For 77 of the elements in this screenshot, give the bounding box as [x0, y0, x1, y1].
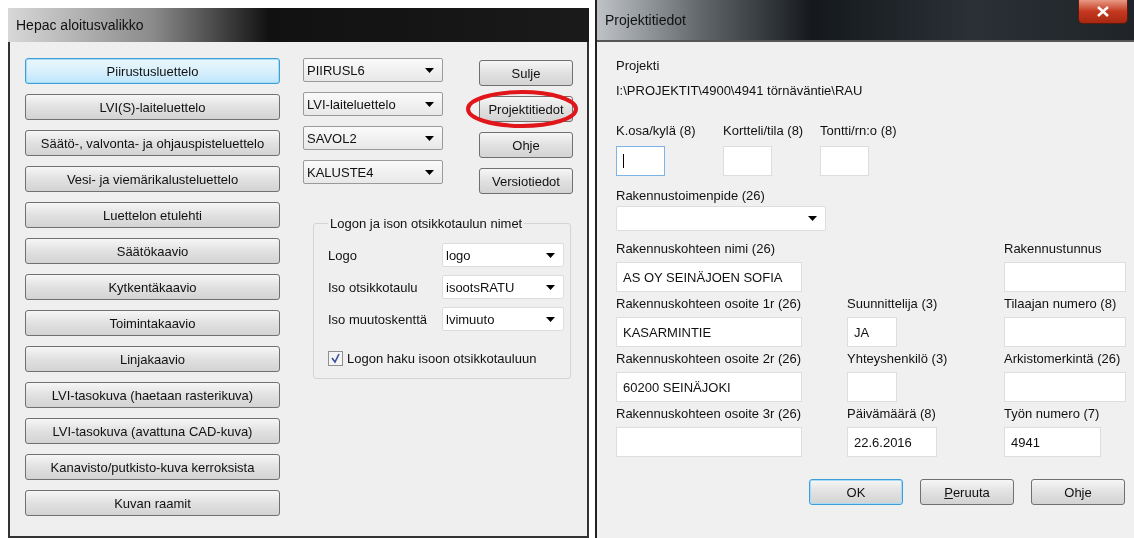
- dropdown[interactable]: KALUSTE4: [303, 160, 443, 184]
- field-label: Rakennuskohteen nimi (26): [616, 241, 776, 256]
- input-field[interactable]: 4941: [1004, 427, 1101, 457]
- menu-button[interactable]: Toimintakaavio: [25, 310, 280, 336]
- field-label: Iso otsikkotaulu: [328, 279, 418, 295]
- input-field[interactable]: [616, 146, 665, 176]
- menu-button[interactable]: Linjakaavio: [25, 346, 280, 372]
- field-label: Suunnittelija (3): [847, 296, 939, 311]
- action-button[interactable]: Versiotiedot: [479, 168, 573, 194]
- input-field[interactable]: [847, 372, 897, 402]
- menu-button[interactable]: LVI-tasokuva (avattuna CAD-kuva): [25, 418, 280, 444]
- menu-button[interactable]: Kuvan raamit: [25, 490, 280, 516]
- input-field[interactable]: 22.6.2016: [847, 427, 937, 457]
- field-label: Rakennustoimenpide (26): [616, 188, 766, 203]
- dropdown-arrow-icon: [425, 135, 434, 141]
- field-label: Arkistomerkintä (26): [1004, 351, 1122, 366]
- field-label: K.osa/kylä (8): [616, 123, 697, 138]
- action-button[interactable]: Ohje: [479, 132, 573, 158]
- dialog-button[interactable]: Peruuta: [920, 479, 1014, 505]
- dropdown-arrow-icon: [546, 252, 555, 258]
- menu-button[interactable]: Vesi- ja viemärikalusteluettelo: [25, 166, 280, 192]
- dropdown[interactable]: logo: [442, 243, 564, 267]
- dropdown[interactable]: PIIRUSL6: [303, 58, 443, 82]
- dialog-button[interactable]: Ohje: [1031, 479, 1125, 505]
- dropdown[interactable]: SAVOL2: [303, 126, 443, 150]
- checkbox-label: Logon haku isoon otsikkotauluun: [347, 351, 537, 366]
- project-label: Projekti: [616, 58, 661, 73]
- menu-button[interactable]: Kanavisto/putkisto-kuva kerroksista: [25, 454, 280, 480]
- menu-button[interactable]: Luettelon etulehti: [25, 202, 280, 228]
- window-title: Projektitiedot: [605, 12, 686, 28]
- input-field[interactable]: AS OY SEINÄJOEN SOFIA: [616, 262, 802, 292]
- field-label: Kortteli/tila (8): [723, 123, 805, 138]
- input-field[interactable]: [820, 146, 869, 176]
- field-label: Rakennuskohteen osoite 2r (26): [616, 351, 802, 366]
- menu-button[interactable]: LVI-tasokuva (haetaan rasterikuva): [25, 382, 280, 408]
- input-field[interactable]: [723, 146, 772, 176]
- dropdown[interactable]: lvimuuto: [442, 307, 564, 331]
- field-label: Iso muutoskenttä: [328, 311, 427, 327]
- field-label: Tilaajan numero (8): [1004, 296, 1118, 311]
- field-label: Logo: [328, 247, 357, 263]
- field-label: Tontti/rn:o (8): [820, 123, 897, 138]
- input-field[interactable]: [1004, 262, 1126, 292]
- dialog-button[interactable]: OK: [809, 479, 903, 505]
- input-field[interactable]: [1004, 317, 1126, 347]
- dropdown[interactable]: [616, 206, 826, 231]
- menu-button[interactable]: Piirustusluettelo: [25, 58, 280, 84]
- menu-button[interactable]: LVI(S)-laiteluettelo: [25, 94, 280, 120]
- dropdown[interactable]: isootsRATU: [442, 275, 564, 299]
- field-label: Rakennuskohteen osoite 1r (26): [616, 296, 802, 311]
- window-title: Hepac aloitusvalikko: [16, 17, 144, 33]
- action-button[interactable]: Projektitiedot: [479, 96, 573, 122]
- project-path: I:\PROJEKTIT\4900\4941 törnäväntie\RAU: [616, 83, 864, 98]
- dropdown-arrow-icon: [425, 101, 434, 107]
- dropdown[interactable]: LVI-laiteluettelo: [303, 92, 443, 116]
- field-label: Rakennustunnus: [1004, 241, 1103, 256]
- close-button[interactable]: [1078, 0, 1128, 24]
- input-field[interactable]: [1004, 372, 1126, 402]
- input-field[interactable]: [616, 427, 802, 457]
- checkbox[interactable]: [328, 351, 343, 366]
- close-icon: [1097, 6, 1109, 17]
- menu-button[interactable]: Säätö-, valvonta- ja ohjauspisteluettelo: [25, 130, 280, 156]
- group-title: Logon ja ison otsikkotaulun nimet: [329, 216, 524, 231]
- field-label: Rakennuskohteen osoite 3r (26): [616, 406, 802, 421]
- input-field[interactable]: KASARMINTIE: [616, 317, 802, 347]
- input-field[interactable]: 60200 SEINÄJOKI: [616, 372, 802, 402]
- field-label: Yhteyshenkilö (3): [847, 351, 949, 366]
- dropdown-arrow-icon: [808, 216, 817, 221]
- dropdown-arrow-icon: [546, 284, 555, 290]
- field-label: Työn numero (7): [1004, 406, 1101, 421]
- input-field[interactable]: JA: [847, 317, 897, 347]
- dropdown-arrow-icon: [425, 67, 434, 73]
- dropdown-arrow-icon: [546, 316, 555, 322]
- field-label: Päivämäärä (8): [847, 406, 937, 421]
- menu-button[interactable]: Säätökaavio: [25, 238, 280, 264]
- dropdown-arrow-icon: [425, 169, 434, 175]
- action-button[interactable]: Sulje: [479, 60, 573, 86]
- menu-button[interactable]: Kytkentäkaavio: [25, 274, 280, 300]
